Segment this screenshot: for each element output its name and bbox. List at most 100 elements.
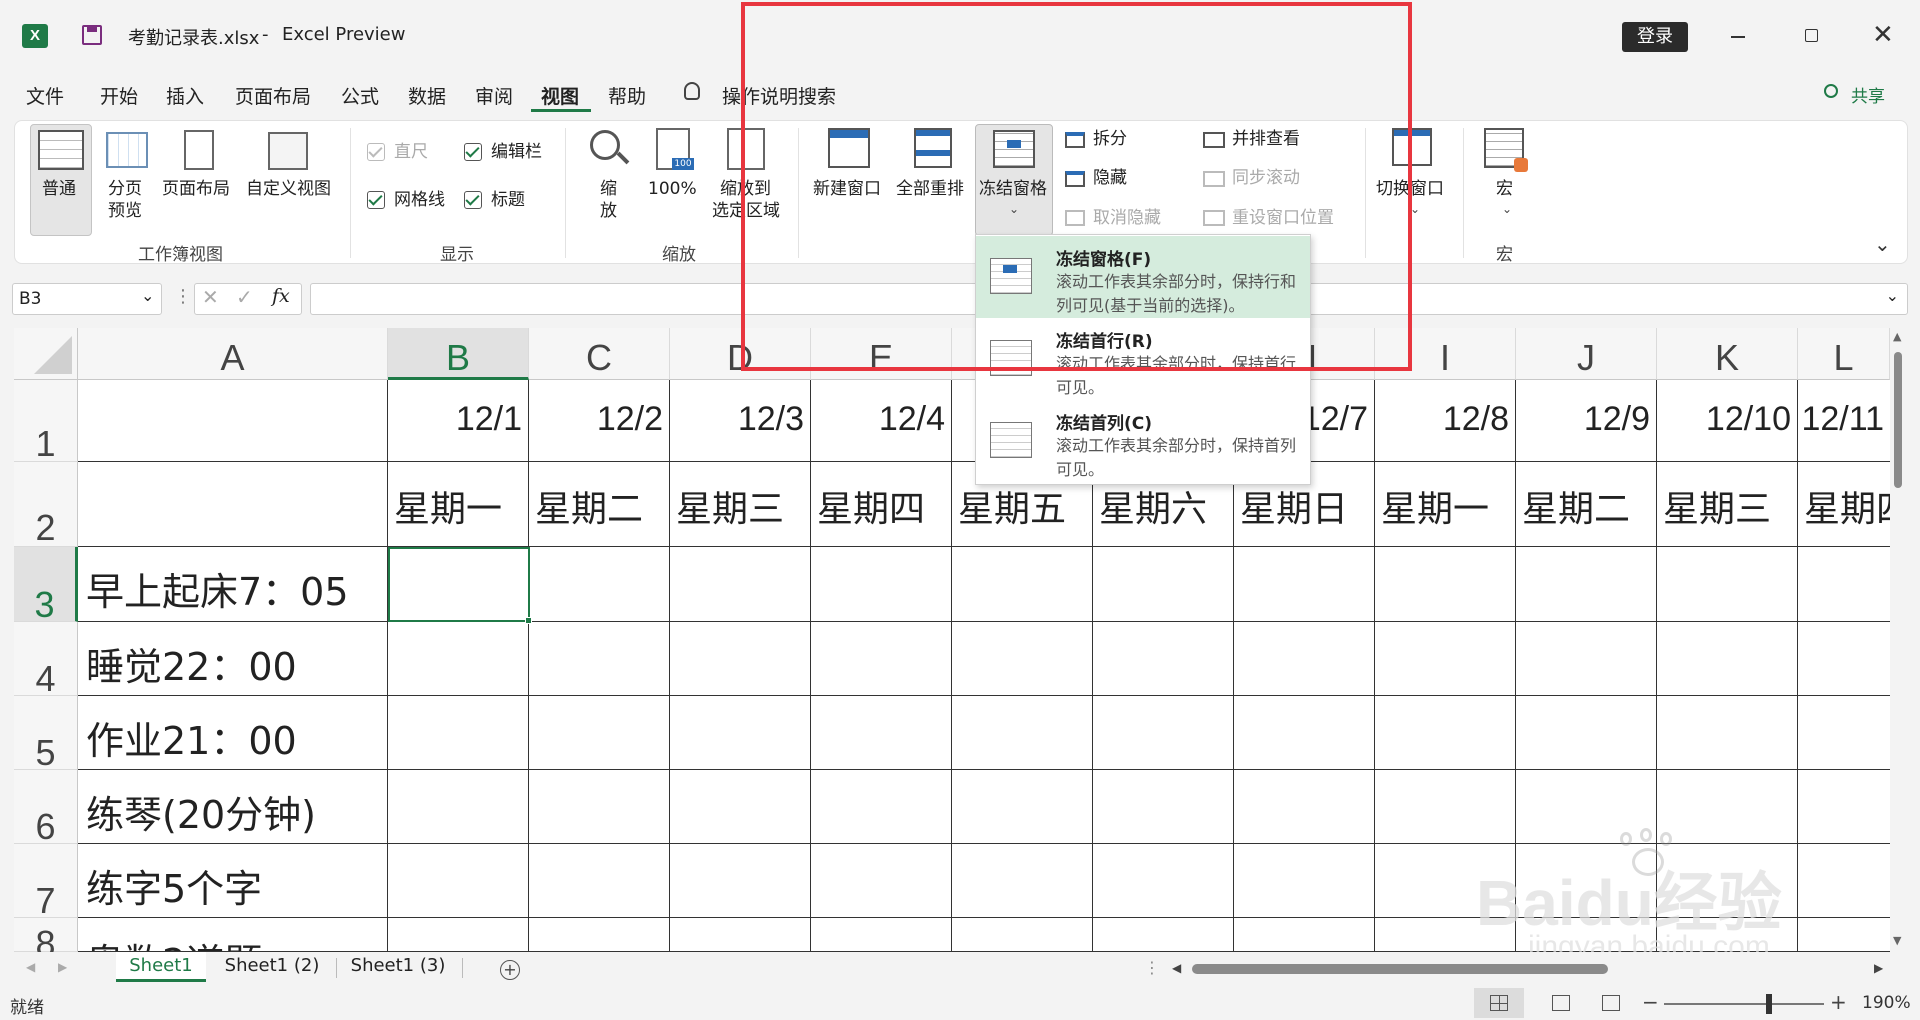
column-header-j[interactable]: J	[1516, 328, 1657, 380]
cell-j4[interactable]	[1516, 622, 1657, 696]
scroll-left-icon[interactable]: ◀	[1172, 961, 1181, 975]
row-header-3[interactable]: 3	[14, 547, 78, 625]
zoom-level[interactable]: 190%	[1862, 993, 1911, 1013]
vertical-scroll-thumb[interactable]	[1894, 352, 1902, 488]
cell-a5[interactable]: 作业21：00	[78, 696, 388, 770]
cell-k2[interactable]: 星期三	[1657, 462, 1798, 547]
scroll-right-icon[interactable]: ▶	[1874, 961, 1883, 975]
cell-a4[interactable]: 睡觉22：00	[78, 622, 388, 696]
cell-b1[interactable]: 12/1	[388, 380, 529, 462]
cell-i4[interactable]	[1375, 622, 1516, 696]
menu-home[interactable]: 开始	[100, 82, 138, 109]
cell-i6[interactable]	[1375, 770, 1516, 844]
sheet-tab[interactable]: Sheet1 (2)	[214, 952, 330, 982]
name-box[interactable]: B3 ⌄	[12, 283, 162, 315]
cell-l5[interactable]	[1798, 696, 1890, 770]
zoom-in-button[interactable]: +	[1830, 990, 1847, 1014]
column-header-a[interactable]: A	[78, 328, 388, 380]
cell-c2[interactable]: 星期二	[529, 462, 670, 547]
cell-c6[interactable]	[529, 770, 670, 844]
menu-formulas[interactable]: 公式	[341, 82, 379, 109]
page-break-status-icon[interactable]	[1602, 995, 1620, 1011]
cell-e4[interactable]	[811, 622, 952, 696]
cell-h4[interactable]	[1234, 622, 1375, 696]
cell-a3[interactable]: 早上起床7：05	[78, 547, 388, 622]
cell-e7[interactable]	[811, 844, 952, 918]
column-header-b[interactable]: B	[388, 328, 529, 380]
macros-label[interactable]: 宏	[1496, 178, 1513, 200]
zoom-label-2[interactable]: 放	[600, 200, 617, 222]
custom-view-label[interactable]: 自定义视图	[246, 178, 331, 200]
cell-j3[interactable]	[1516, 547, 1657, 622]
zoom-out-button[interactable]: −	[1642, 990, 1659, 1014]
menu-data[interactable]: 数据	[408, 82, 446, 109]
collapse-ribbon-icon[interactable]: ⌄	[1874, 232, 1891, 256]
row-header-5[interactable]: 5	[14, 696, 78, 773]
freeze-first-column-option[interactable]: 冻结首列(C) 滚动工作表其余部分时，保持首列可见。	[976, 400, 1310, 482]
cell-f4[interactable]	[952, 622, 1093, 696]
page-layout-view-label[interactable]: 页面布局	[162, 178, 230, 200]
close-icon[interactable]: ✕	[1872, 20, 1894, 50]
cell-d4[interactable]	[670, 622, 811, 696]
ruler-checkbox[interactable]	[367, 143, 385, 161]
enter-icon[interactable]: ✓	[236, 285, 253, 309]
cell-f6[interactable]	[952, 770, 1093, 844]
cell-g8[interactable]	[1093, 918, 1234, 952]
cell-e5[interactable]	[811, 696, 952, 770]
cell-i1[interactable]: 12/8	[1375, 380, 1516, 462]
headings-checkbox[interactable]	[464, 191, 482, 209]
cell-k1[interactable]: 12/10	[1657, 380, 1798, 462]
cell-d2[interactable]: 星期三	[670, 462, 811, 547]
cell-h5[interactable]	[1234, 696, 1375, 770]
fill-handle[interactable]	[525, 617, 532, 624]
scroll-down-icon[interactable]: ▼	[1893, 934, 1901, 947]
scroll-up-icon[interactable]: ▲	[1893, 330, 1901, 343]
menu-review[interactable]: 审阅	[475, 82, 513, 109]
row-header-2[interactable]: 2	[14, 462, 78, 548]
cell-c4[interactable]	[529, 622, 670, 696]
cell-b2[interactable]: 星期一	[388, 462, 529, 547]
cell-j5[interactable]	[1516, 696, 1657, 770]
menu-help[interactable]: 帮助	[608, 82, 646, 109]
cell-c5[interactable]	[529, 696, 670, 770]
next-sheet-icon[interactable]: ▶	[58, 960, 67, 974]
cell-b6[interactable]	[388, 770, 529, 844]
menu-insert[interactable]: 插入	[166, 82, 204, 109]
page-layout-status-icon[interactable]	[1552, 995, 1570, 1011]
cell-d3[interactable]	[670, 547, 811, 622]
row-header-4[interactable]: 4	[14, 622, 78, 699]
row-header-1[interactable]: 1	[14, 380, 78, 464]
cell-i3[interactable]	[1375, 547, 1516, 622]
add-sheet-button[interactable]: +	[500, 960, 520, 980]
row-header-7[interactable]: 7	[14, 844, 78, 921]
cell-b8[interactable]	[388, 918, 529, 952]
cell-h3[interactable]	[1234, 547, 1375, 622]
cell-g5[interactable]	[1093, 696, 1234, 770]
cell-a2[interactable]	[78, 462, 388, 547]
active-cell-b3[interactable]	[388, 547, 530, 622]
cell-b7[interactable]	[388, 844, 529, 918]
formula-bar-checkbox[interactable]	[464, 143, 482, 161]
cell-d1[interactable]: 12/3	[670, 380, 811, 462]
cell-k4[interactable]	[1657, 622, 1798, 696]
save-icon[interactable]	[82, 25, 102, 45]
row-header-6[interactable]: 6	[14, 770, 78, 847]
cell-e1[interactable]: 12/4	[811, 380, 952, 462]
cancel-icon[interactable]: ✕	[202, 285, 219, 309]
cell-a8[interactable]: 奥数2道题	[78, 918, 388, 952]
cell-k5[interactable]	[1657, 696, 1798, 770]
cell-a6[interactable]: 练琴(20分钟)	[78, 770, 388, 844]
cell-c3[interactable]	[529, 547, 670, 622]
cell-l2[interactable]: 星期四	[1798, 462, 1890, 547]
sheet-tab[interactable]: Sheet1 (3)	[340, 952, 456, 982]
cell-l1[interactable]: 12/11	[1798, 380, 1890, 462]
zoom-100-label[interactable]: 100%	[648, 178, 697, 200]
cell-d7[interactable]	[670, 844, 811, 918]
cell-l6[interactable]	[1798, 770, 1890, 844]
cell-i2[interactable]: 星期一	[1375, 462, 1516, 547]
cell-f8[interactable]	[952, 918, 1093, 952]
column-header-c[interactable]: C	[529, 328, 670, 380]
sheet-tab[interactable]: Sheet1	[116, 952, 206, 982]
menu-file[interactable]: 文件	[26, 82, 64, 109]
cell-e2[interactable]: 星期四	[811, 462, 952, 547]
